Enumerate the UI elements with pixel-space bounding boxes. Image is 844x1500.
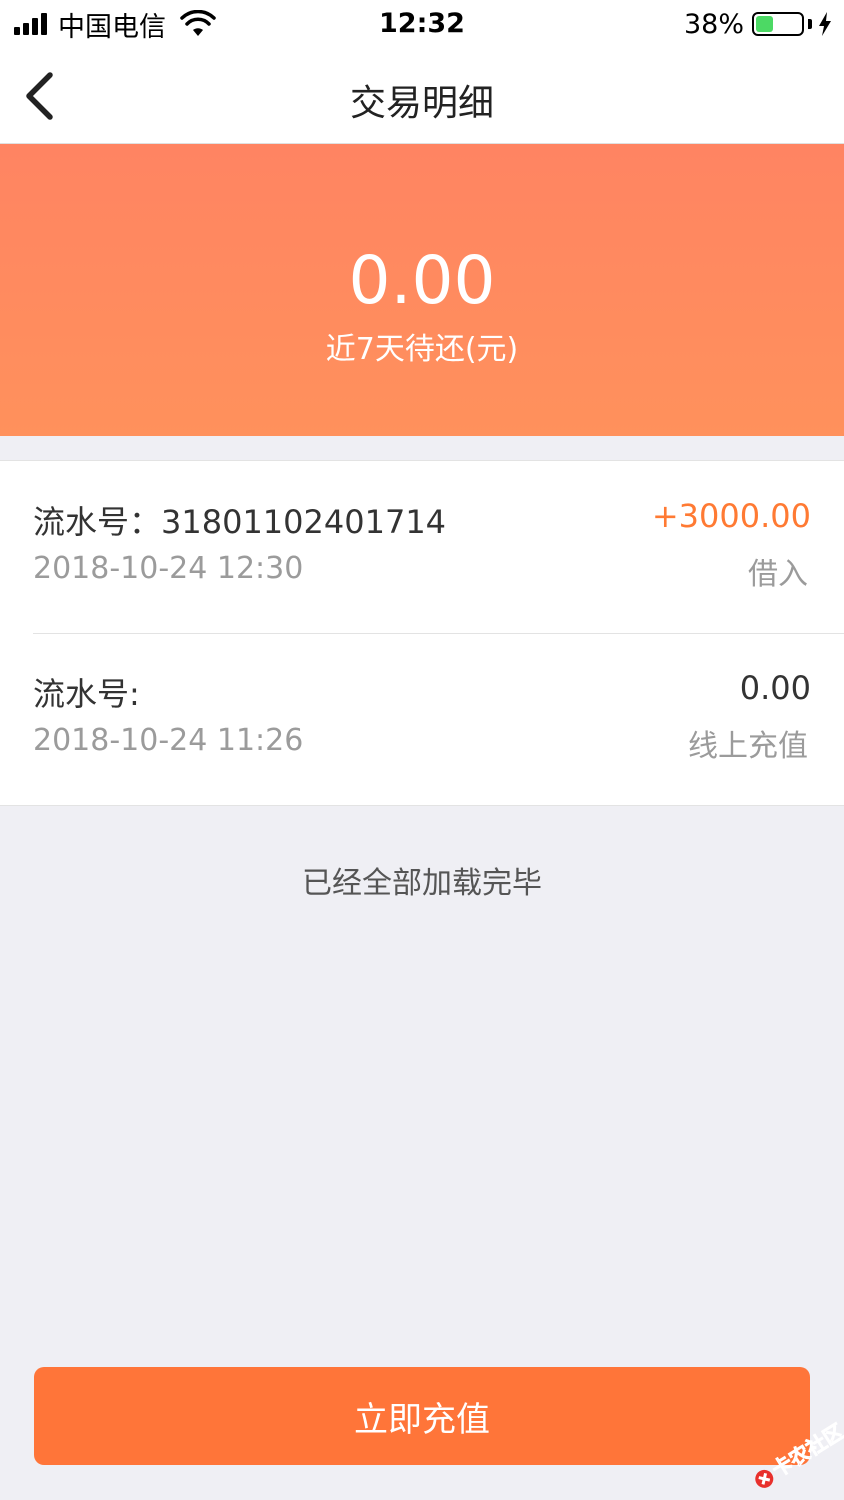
transaction-type: 借入 [748, 557, 808, 592]
due-amount: 0.00 [348, 242, 496, 319]
battery-fill [756, 16, 773, 32]
transaction-time: 2018-10-24 11:26 [33, 723, 304, 758]
load-complete-message: 已经全部加载完毕 [302, 866, 542, 901]
transaction-type: 线上充值 [688, 729, 808, 764]
transaction-amount: +3000.00 [651, 497, 811, 535]
battery-percent: 38% [683, 8, 744, 40]
svg-text:卡农社区: 卡农社区 [768, 1419, 844, 1482]
recharge-now-button[interactable]: 立即充值 [34, 1367, 810, 1465]
table-row[interactable]: 流水号: 2018-10-24 11:26 0.00 线上充值 [0, 633, 844, 805]
status-bar-right: 38% [684, 8, 832, 40]
transaction-serial: 流水号: [33, 675, 140, 713]
page-title: 交易明细 [349, 83, 494, 124]
watermark-logo: 卡农社区 [755, 1419, 844, 1488]
transaction-serial: 流水号：31801102401714 [33, 503, 447, 541]
transaction-detail-page: 中国电信 12:32 38% 交易明细 0.00 近7天待还(元) 流水号：31… [0, 0, 844, 1500]
battery-tip [808, 19, 812, 29]
battery-icon [752, 12, 804, 36]
summary-banner: 0.00 近7天待还(元) [0, 144, 844, 436]
navigation-bar: 交易明细 [0, 48, 844, 144]
transaction-amount: 0.00 [739, 669, 811, 707]
transaction-list: 流水号：31801102401714 2018-10-24 12:30 +300… [0, 460, 844, 806]
charging-bolt-icon [819, 12, 831, 36]
table-row[interactable]: 流水号：31801102401714 2018-10-24 12:30 +300… [0, 461, 844, 633]
status-bar: 中国电信 12:32 38% [0, 0, 844, 48]
due-amount-caption: 近7天待还(元) [325, 332, 519, 367]
transaction-time: 2018-10-24 12:30 [33, 551, 304, 586]
